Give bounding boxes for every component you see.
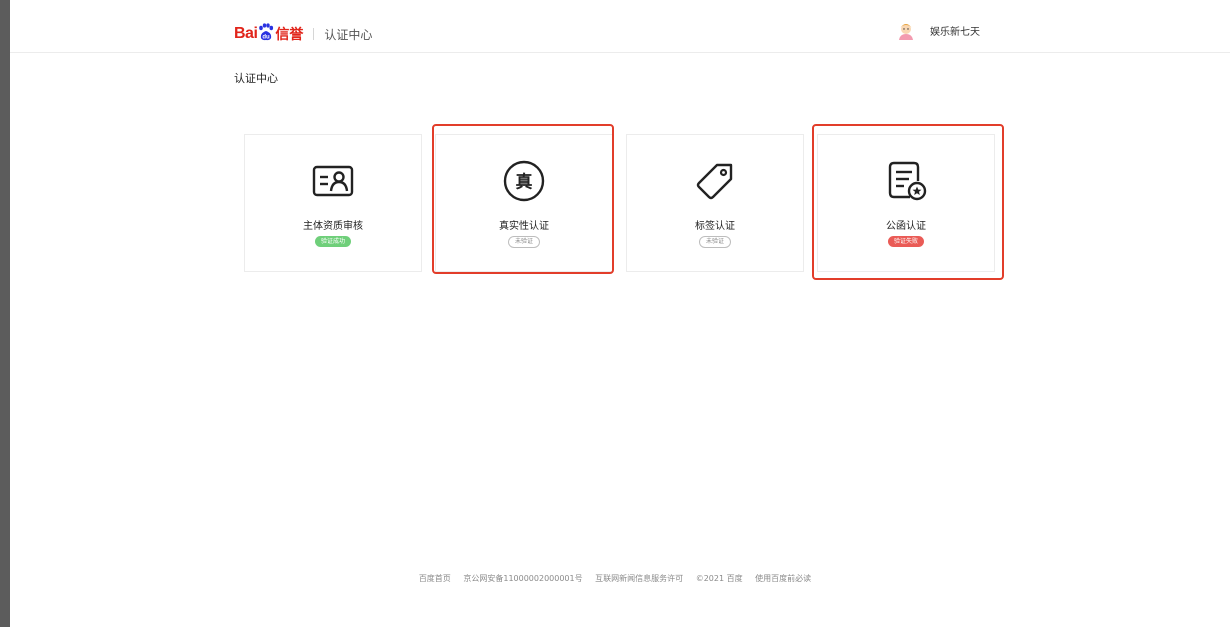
- svg-text:du: du: [263, 35, 271, 41]
- user-avatar-icon: [896, 20, 916, 40]
- top-header: Bai du 信誉 认证中心 娱乐新七天: [10, 0, 1230, 53]
- id-card-icon: [309, 157, 357, 205]
- card-tag[interactable]: 标签认证 未验证: [626, 134, 804, 272]
- tag-icon: [691, 157, 739, 205]
- footer-news-license[interactable]: 互联网新闻信息服务许可: [595, 574, 683, 583]
- baidu-xinyu-logo[interactable]: Bai du 信誉 认证中心: [234, 22, 372, 46]
- footer-copyright: ©2021 百度: [695, 574, 743, 583]
- card-label: 标签认证: [695, 221, 735, 232]
- baidu-paw-icon: du: [258, 23, 274, 45]
- header-section-title: 认证中心: [324, 27, 373, 42]
- logo-bai-text: Bai: [234, 25, 258, 42]
- highlight-box-authenticity: [432, 124, 614, 274]
- footer-terms-link[interactable]: 使用百度前必读: [755, 574, 811, 583]
- footer-icp[interactable]: 京公网安备11000002000001号: [463, 574, 582, 583]
- highlight-box-official-letter: [812, 124, 1004, 280]
- user-name: 娱乐新七天: [930, 26, 980, 38]
- status-badge-pending: 未验证: [698, 236, 732, 248]
- card-entity-qualification[interactable]: 主体资质审核 验证成功: [244, 134, 422, 272]
- left-window-edge: [0, 0, 10, 627]
- logo-divider: [313, 28, 315, 40]
- footer-link-home[interactable]: 百度首页: [419, 574, 451, 583]
- footer: 百度首页 京公网安备11000002000001号 互联网新闻信息服务许可 ©2…: [0, 573, 1230, 584]
- page-title: 认证中心: [234, 72, 278, 85]
- user-menu[interactable]: 娱乐新七天: [896, 20, 980, 40]
- logo-product-text: 信誉: [275, 27, 304, 43]
- card-label: 主体资质审核: [303, 221, 363, 232]
- status-badge-success: 验证成功: [314, 236, 352, 247]
